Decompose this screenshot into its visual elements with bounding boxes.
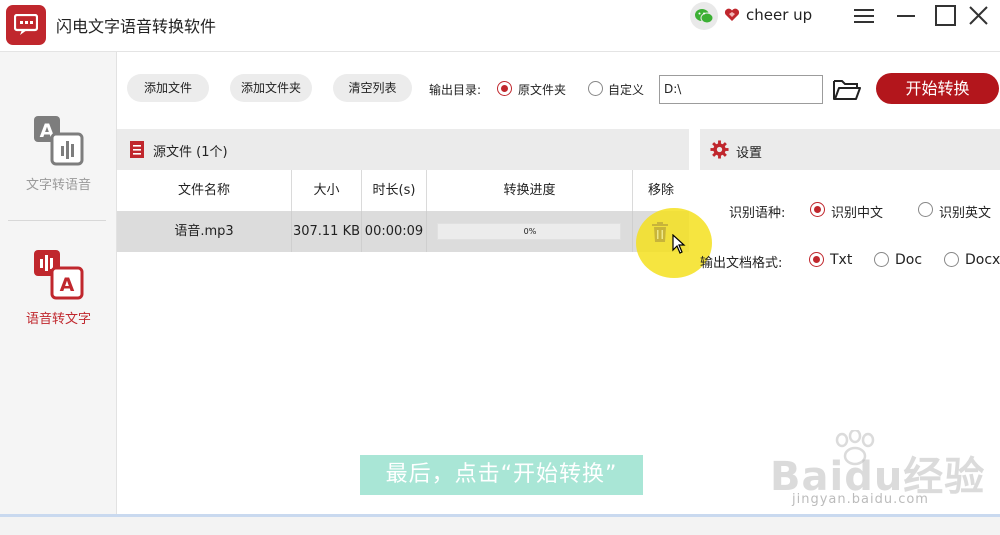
username[interactable]: cheer up (746, 6, 812, 24)
radio-format-docx[interactable] (944, 252, 959, 267)
text-to-speech-icon: A (32, 114, 86, 168)
close-icon[interactable] (966, 4, 994, 28)
add-folder-button[interactable]: 添加文件夹 (230, 74, 312, 102)
column-header-duration: 时长(s) (362, 170, 427, 211)
radio-english-label: 识别英文 (939, 206, 992, 221)
radio-format-docx-label: Docx (965, 252, 1000, 268)
output-path-input[interactable]: D:\ (659, 75, 823, 104)
svg-text:A: A (59, 274, 74, 296)
radio-chinese[interactable] (810, 202, 825, 217)
file-duration-cell: 00:00:09 (362, 211, 427, 252)
wechat-icon[interactable] (690, 2, 718, 30)
radio-original-folder[interactable] (497, 81, 512, 96)
language-label: 识别语种: (729, 206, 786, 221)
output-format-label: 输出文档格式: (700, 256, 783, 271)
source-files-header: 源文件 (1个) (117, 129, 689, 170)
app-title: 闪电文字语音转换软件 (56, 17, 217, 36)
start-convert-button[interactable]: 开始转换 (876, 73, 999, 104)
file-size-cell: 307.11 KB (292, 211, 362, 252)
radio-custom-folder-label: 自定义 (608, 83, 645, 97)
file-name-cell: 语音.mp3 (117, 211, 292, 252)
progress-bar: 0% (437, 223, 621, 240)
trash-icon[interactable] (650, 221, 670, 247)
add-file-button[interactable]: 添加文件 (127, 74, 209, 102)
radio-format-doc-label: Doc (895, 252, 923, 268)
source-files-title: 源文件 (1个) (153, 145, 228, 160)
table-row[interactable]: 语音.mp3 307.11 KB 00:00:09 0% (117, 211, 689, 252)
radio-format-txt-label: Txt (830, 252, 853, 268)
gear-icon (710, 140, 729, 163)
progress-cell: 0% (427, 211, 633, 252)
document-icon (129, 140, 145, 163)
sidebar-item-label: 语音转文字 (25, 312, 91, 327)
output-dir-label: 输出目录: (429, 83, 482, 97)
watermark-url: jingyan.baidu.com (792, 492, 929, 507)
settings-header: 设置 (700, 129, 1000, 170)
sidebar-item-text-to-speech[interactable]: A 文字转语音 (0, 114, 117, 193)
minimize-icon[interactable] (893, 4, 921, 28)
radio-format-txt[interactable] (809, 252, 824, 267)
maximize-icon[interactable] (933, 4, 961, 28)
radio-english[interactable] (918, 202, 933, 217)
radio-chinese-label: 识别中文 (831, 206, 884, 221)
column-header-progress: 转换进度 (427, 170, 633, 211)
progress-text: 0% (523, 227, 537, 236)
sidebar-divider (8, 220, 106, 221)
bottom-strip (0, 517, 1000, 535)
column-header-size: 大小 (292, 170, 362, 211)
baidu-watermark: Baidu经验 jingyan.baidu.com (760, 430, 996, 520)
video-subtitle: 最后，点击“开始转换” (360, 455, 643, 495)
column-header-name: 文件名称 (117, 170, 292, 211)
radio-format-doc[interactable] (874, 252, 889, 267)
mouse-cursor-icon (672, 233, 686, 258)
clear-list-button[interactable]: 清空列表 (333, 74, 412, 102)
app-logo-icon (6, 5, 46, 45)
sidebar-item-label: 文字转语音 (25, 178, 91, 193)
vip-heart-icon (724, 8, 740, 26)
column-header-remove: 移除 (647, 183, 674, 198)
settings-title: 设置 (736, 146, 763, 161)
app-window: 闪电文字语音转换软件 cheer up A 文字转语音 A 语音转文字 添加文件… (0, 0, 1000, 535)
sidebar-item-speech-to-text[interactable]: A 语音转文字 (0, 248, 117, 327)
menu-icon[interactable] (851, 4, 879, 28)
sidebar: A 文字转语音 A 语音转文字 (0, 52, 117, 535)
speech-to-text-icon: A (32, 248, 86, 302)
radio-original-folder-label: 原文件夹 (518, 83, 567, 97)
open-folder-icon[interactable] (832, 77, 862, 103)
radio-custom-folder[interactable] (588, 81, 603, 96)
title-bar: 闪电文字语音转换软件 cheer up (0, 0, 1000, 52)
